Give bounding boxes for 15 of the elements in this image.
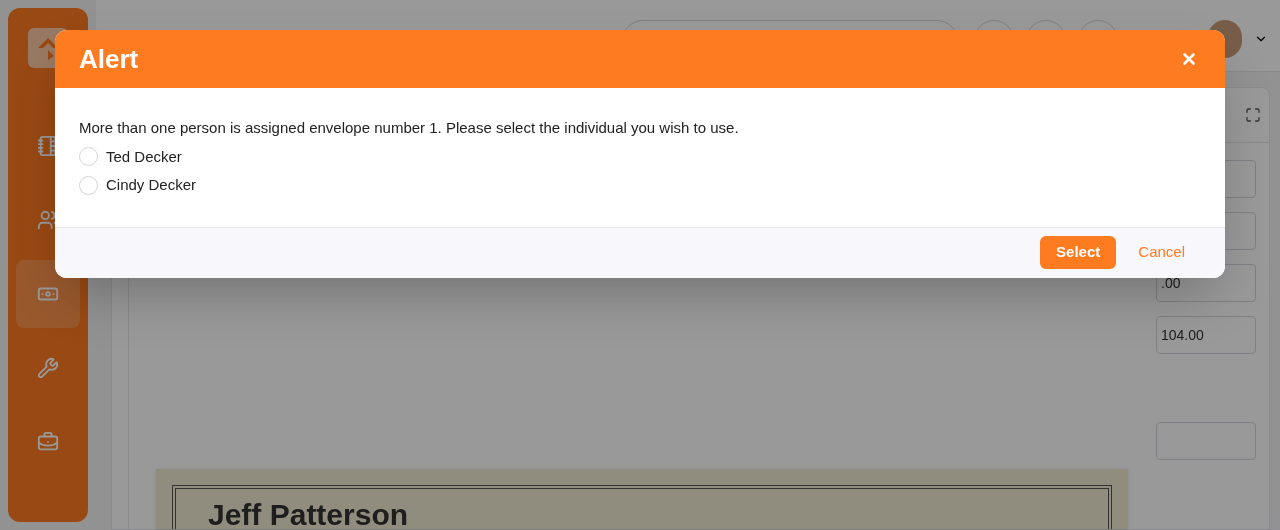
option-label[interactable]: Ted Decker (106, 145, 182, 168)
radio-button[interactable] (79, 147, 98, 167)
field-value: 104.00 (1161, 325, 1204, 345)
dialog-message: More than one person is assigned envelope number 1. Please select the individual you wish to use. (79, 118, 740, 138)
close-icon (1180, 50, 1198, 68)
radio-button[interactable] (79, 175, 98, 195)
dialog-title: Alert (79, 42, 139, 76)
wrench-icon (37, 357, 59, 379)
document-name: Jeff Patterson (208, 497, 410, 530)
option-label[interactable]: Cindy Decker (106, 174, 197, 197)
field-value: .00 (1161, 273, 1181, 293)
briefcase-icon (37, 431, 59, 453)
fullscreen-icon[interactable] (1245, 107, 1261, 123)
input-field[interactable]: 104.00 (1156, 316, 1256, 354)
input-field[interactable] (1156, 422, 1256, 460)
